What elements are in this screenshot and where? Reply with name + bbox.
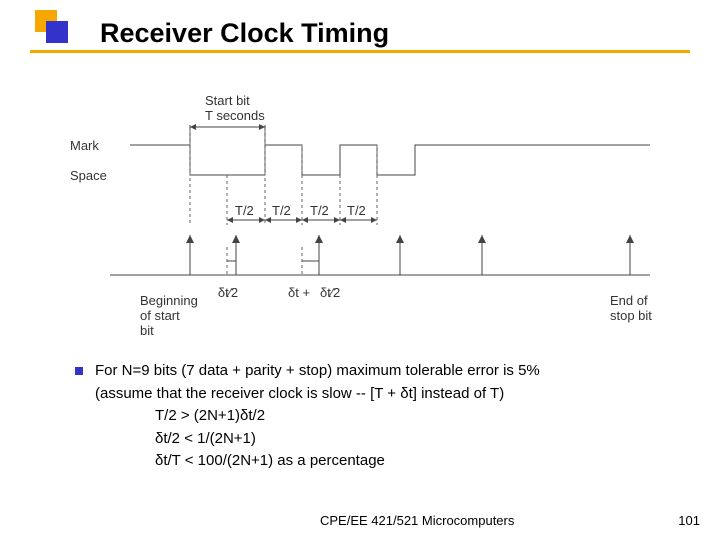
bullet-text: For N=9 bits (7 data + parity + stop) ma… <box>95 360 675 473</box>
bullet-main2: (assume that the receiver clock is slow … <box>95 385 504 402</box>
timing-diagram: text { font-family: Arial, Helvetica, sa… <box>70 75 670 345</box>
label-begin1: Beginning <box>140 293 198 308</box>
label-thalf-4: T/2 <box>347 203 366 218</box>
arrow-end-stop <box>626 235 634 275</box>
accent-block-blue <box>46 21 68 43</box>
label-thalf-2: T/2 <box>272 203 291 218</box>
bullet-main1: For N=9 bits (7 data + parity + stop) ma… <box>95 362 540 379</box>
bullet-sub1: T/2 > (2N+1)δt/2 <box>155 405 675 428</box>
bullet-block: For N=9 bits (7 data + parity + stop) ma… <box>75 360 675 473</box>
label-begin3: bit <box>140 323 154 338</box>
label-end1: End of <box>610 293 648 308</box>
arrow-start-bit <box>186 235 194 275</box>
label-dt2: δt⁄2 <box>218 285 238 300</box>
bullet-item: For N=9 bits (7 data + parity + stop) ma… <box>75 360 675 473</box>
bullet-sub2: δt/2 < 1/(2N+1) <box>155 428 675 451</box>
page-title: Receiver Clock Timing <box>100 18 389 49</box>
label-startbit-2: T seconds <box>205 108 265 123</box>
label-end2: stop bit <box>610 308 652 323</box>
label-dt2b: δt⁄2 <box>320 285 340 300</box>
bullet-icon <box>75 367 83 375</box>
title-underline <box>30 50 690 53</box>
label-thalf-3: T/2 <box>310 203 329 218</box>
label-startbit-1: Start bit <box>205 93 250 108</box>
label-dtplus: δt + <box>288 285 310 300</box>
label-mark: Mark <box>70 138 99 153</box>
label-thalf-1: T/2 <box>235 203 254 218</box>
bullet-sub3: δt/T < 100/(2N+1) as a percentage <box>155 450 675 473</box>
footer-page: 101 <box>678 513 700 528</box>
footer-course: CPE/EE 421/521 Microcomputers <box>320 513 514 528</box>
label-space: Space <box>70 168 107 183</box>
label-begin2: of start <box>140 308 180 323</box>
timing-svg: text { font-family: Arial, Helvetica, sa… <box>70 75 670 340</box>
